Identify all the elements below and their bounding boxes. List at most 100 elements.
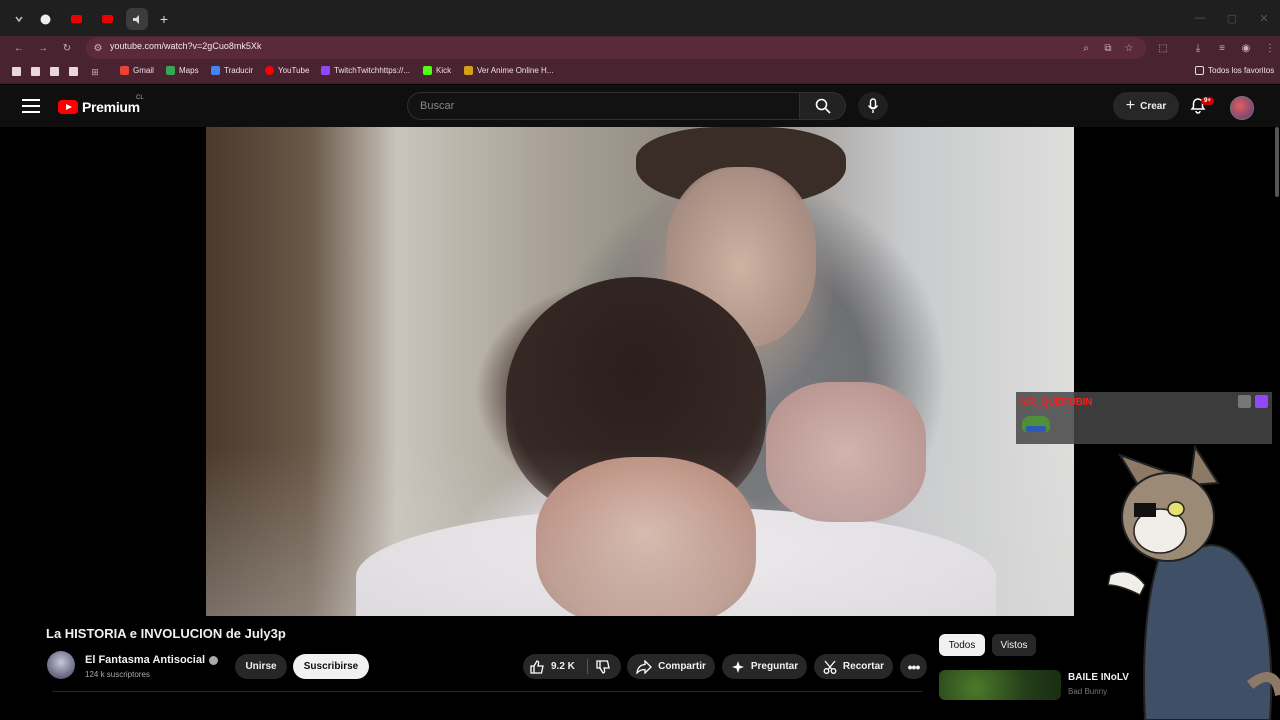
video-player[interactable]: [206, 127, 1074, 616]
youtube-header: Premium CL Buscar + Crear: [0, 85, 1280, 127]
download-icon[interactable]: ⤓: [1191, 41, 1205, 55]
extensions-icon[interactable]: ⬚: [1156, 41, 1170, 55]
divider: [52, 691, 922, 692]
plus-icon: +: [1125, 97, 1136, 114]
bookmark-maps[interactable]: Maps: [166, 66, 199, 75]
minimize-icon[interactable]: —: [1184, 0, 1216, 36]
bookmark-kick[interactable]: Kick: [423, 66, 451, 75]
like-dislike-group: 9.2 K: [523, 654, 621, 679]
chat-username: MR_QUERUBIN: [1020, 397, 1093, 408]
more-dots-icon: •••: [907, 658, 921, 675]
voice-search-button[interactable]: [858, 92, 888, 120]
video-frame-detail: [206, 446, 1074, 616]
install-icon[interactable]: ⧉: [1101, 41, 1115, 55]
recommendation-thumbnail[interactable]: [939, 670, 1061, 700]
video-title: La HISTORIA e INVOLUCION de July3p: [46, 626, 286, 641]
browser-tab-bar: + — ▢ ✕: [0, 0, 1280, 36]
chat-overlay: MR_QUERUBIN: [1016, 392, 1272, 444]
subscriber-badge-icon: [1238, 395, 1251, 408]
search-icon: [815, 98, 831, 114]
reload-icon[interactable]: ↻: [60, 41, 74, 55]
url-text[interactable]: youtube.com/watch?v=2gCuo8mk5Xk: [110, 41, 261, 51]
sparkle-icon: [731, 660, 744, 673]
tab-github[interactable]: [34, 8, 56, 30]
chip-all[interactable]: Todos: [939, 634, 985, 656]
apps-grid-icon[interactable]: ⊞: [88, 65, 102, 79]
share-arrow-icon: [636, 659, 653, 674]
tab-youtube-2[interactable]: [96, 8, 118, 30]
site-info-icon[interactable]: ⚙: [91, 41, 105, 55]
twitch-badge-icon: [1255, 395, 1268, 408]
clip-button[interactable]: Recortar: [814, 654, 893, 679]
zoom-icon[interactable]: ⌕: [1079, 41, 1093, 55]
notification-badge: 9+: [1201, 97, 1214, 105]
bookmark-youtube[interactable]: YouTube: [265, 66, 309, 75]
youtube-play-icon: [58, 100, 78, 114]
bookmarks-bar: ⊞ Gmail Maps Traducir YouTube TwitchTwit…: [0, 60, 1280, 84]
bookmark-square-icon[interactable]: [31, 67, 40, 76]
tab-search-dropdown[interactable]: [8, 8, 30, 30]
menu-hamburger-icon[interactable]: [22, 99, 40, 113]
anime-site-icon: [464, 66, 473, 75]
bookmark-square-icon[interactable]: [50, 67, 59, 76]
twitch-icon: [321, 66, 330, 75]
window-controls: — ▢ ✕: [1184, 0, 1280, 36]
bookmark-gmail[interactable]: Gmail: [120, 66, 154, 75]
channel-name[interactable]: El Fantasma Antisocial: [85, 654, 219, 666]
thumbs-up-icon: [530, 659, 544, 674]
tab-youtube-1[interactable]: [65, 8, 87, 30]
subscribe-button[interactable]: Suscribirse: [293, 654, 369, 679]
maps-icon: [166, 66, 175, 75]
youtube-icon: [101, 15, 113, 23]
bookmark-square-icon[interactable]: [69, 67, 78, 76]
youtube-icon: [70, 15, 82, 23]
close-icon[interactable]: ✕: [1248, 0, 1280, 36]
bookmark-twitch[interactable]: TwitchTwitchhttps://...: [321, 66, 410, 75]
media-icon[interactable]: ≡: [1215, 41, 1229, 55]
profile-icon[interactable]: ◉: [1239, 41, 1253, 55]
more-actions-button[interactable]: •••: [900, 654, 927, 679]
gmail-icon: [120, 66, 129, 75]
like-button[interactable]: 9.2 K: [529, 654, 575, 679]
thumbs-down-icon: [596, 660, 610, 674]
back-icon[interactable]: ←: [12, 41, 26, 55]
forward-icon[interactable]: →: [36, 41, 50, 55]
search-button[interactable]: [800, 92, 846, 120]
bookmark-star-icon[interactable]: ☆: [1122, 41, 1136, 55]
github-icon: [40, 14, 50, 24]
ask-button[interactable]: Preguntar: [722, 654, 807, 679]
recommendation-channel: Bad Bunny: [1068, 687, 1108, 696]
youtube-icon: [265, 66, 274, 75]
all-bookmarks[interactable]: Todos los favoritos: [1195, 66, 1274, 75]
chip-watched[interactable]: Vistos: [992, 634, 1036, 656]
new-tab-button[interactable]: +: [153, 8, 175, 30]
pepe-emote-icon: [1022, 416, 1050, 432]
bookmark-anime[interactable]: Ver Anime Online H...: [464, 66, 553, 75]
page-scrollbar[interactable]: [1275, 127, 1279, 197]
tab-youtube-active[interactable]: [126, 8, 148, 30]
youtube-premium-logo[interactable]: Premium CL: [58, 95, 144, 115]
search-input[interactable]: Buscar: [407, 92, 800, 120]
folder-icon: [1195, 66, 1204, 75]
create-button[interactable]: + Crear: [1113, 92, 1179, 120]
speaker-icon: [132, 14, 139, 24]
divider: [587, 659, 588, 674]
menu-dots-icon[interactable]: ⋮: [1263, 41, 1277, 55]
scissors-icon: [823, 660, 837, 674]
dislike-button[interactable]: [595, 659, 611, 680]
bookmark-square-icon[interactable]: [12, 67, 21, 76]
chevron-down-icon: [15, 16, 23, 23]
kick-icon: [423, 66, 432, 75]
translate-icon: [211, 66, 220, 75]
channel-avatar[interactable]: [47, 651, 75, 679]
share-button[interactable]: Compartir: [627, 654, 715, 679]
verified-check-icon: [209, 655, 219, 665]
maximize-icon[interactable]: ▢: [1216, 0, 1248, 36]
subscriber-count: 124 k suscriptores: [85, 670, 150, 679]
address-bar: ← → ↻ ⚙ youtube.com/watch?v=2gCuo8mk5Xk …: [0, 36, 1280, 60]
microphone-icon: [867, 98, 879, 113]
join-button[interactable]: Unirse: [235, 654, 287, 679]
recommendation-title[interactable]: BAILE INoLV: [1068, 672, 1129, 683]
account-avatar[interactable]: [1230, 96, 1254, 120]
bookmark-translate[interactable]: Traducir: [211, 66, 253, 75]
